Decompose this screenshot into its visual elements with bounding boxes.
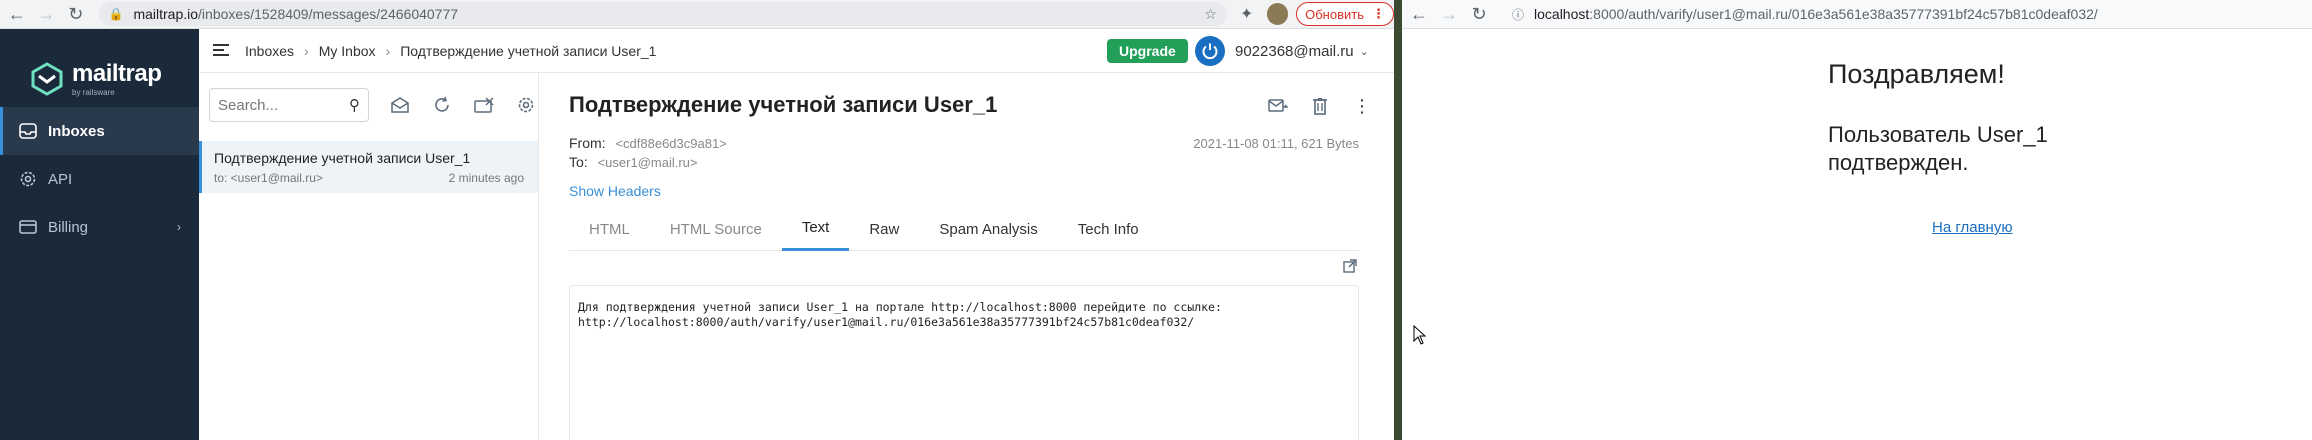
message-subject: Подтверждение учетной записи User_1: [214, 150, 471, 166]
message-detail: Подтверждение учетной записи User_1 ⋮ Fr…: [569, 73, 1371, 440]
url-path: :8000/auth/varify/user1@mail.ru/016e3a56…: [1589, 6, 2098, 22]
browser-toolbar-left: ← → ↻ 🔒 mailtrap.io /inboxes/1528409/mes…: [0, 0, 1394, 29]
from-label: From:: [569, 135, 606, 151]
credit-card-icon: [18, 217, 38, 237]
tab-spam-analysis[interactable]: Spam Analysis: [919, 207, 1057, 251]
tab-text[interactable]: Text: [781, 207, 850, 251]
breadcrumb-separator-icon: ›: [304, 42, 309, 59]
to-label: To:: [569, 154, 588, 170]
mouse-cursor-icon: [1413, 325, 1427, 345]
info-icon: ⓘ: [1512, 7, 1525, 22]
sidebar: mailtrap by railsware Inboxes API Billin…: [0, 29, 199, 440]
search-icon: ⚲: [349, 97, 360, 114]
from-row: From: <cdf88e6d3c9a81>: [569, 135, 727, 151]
mailtrap-header: Inboxes › My Inbox › Подтверждение учетн…: [199, 29, 1394, 73]
open-external-icon[interactable]: [1343, 259, 1357, 276]
mailtrap-logo[interactable]: mailtrap by railsware: [0, 29, 199, 107]
address-bar[interactable]: ⓘ localhost :8000/auth/varify/user1@mail…: [1502, 2, 2108, 26]
sidebar-item-label: API: [48, 170, 73, 188]
reload-icon[interactable]: ↻: [63, 1, 89, 27]
breadcrumb: Inboxes › My Inbox › Подтверждение учетн…: [245, 43, 656, 59]
body-link[interactable]: http://localhost:8000/auth/varify/user1@…: [578, 315, 1350, 330]
show-headers-link[interactable]: Show Headers: [569, 183, 661, 199]
breadcrumb-inboxes[interactable]: Inboxes: [245, 43, 294, 59]
home-link[interactable]: На главную: [1932, 219, 2013, 236]
forward-mail-icon[interactable]: [1267, 95, 1289, 117]
more-vertical-icon[interactable]: ⋮: [1351, 95, 1373, 117]
message-actions: ⋮: [1247, 95, 1373, 117]
breadcrumb-separator-icon: ›: [385, 42, 391, 59]
lock-icon: 🔒: [108, 7, 124, 21]
chevron-right-icon: ›: [177, 220, 181, 234]
tab-html[interactable]: HTML: [569, 207, 650, 251]
address-bar[interactable]: 🔒 mailtrap.io /inboxes/1528409/messages/…: [98, 2, 1227, 26]
clear-inbox-icon[interactable]: [473, 94, 495, 116]
list-toolbar: Search... ⚲: [199, 73, 538, 137]
power-icon: [1195, 36, 1225, 66]
logo-subtitle: by railsware: [72, 87, 115, 97]
tab-tech-info[interactable]: Tech Info: [1058, 207, 1159, 251]
confirmation-page: Поздравляем! Пользователь User_1 подтвер…: [1402, 29, 2312, 440]
to-row: To: <user1@mail.ru>: [569, 154, 697, 170]
account-email: 9022368@mail.ru: [1235, 42, 1354, 60]
page-heading: Поздравляем!: [1828, 59, 2005, 89]
inbox-icon: [18, 121, 38, 141]
list-item[interactable]: Подтверждение учетной записи User_1 to: …: [199, 141, 538, 193]
profile-avatar[interactable]: [1266, 3, 1289, 25]
tab-raw[interactable]: Raw: [849, 207, 919, 251]
message-body: Для подтверждения учетной записи User_1 …: [569, 285, 1359, 440]
back-icon[interactable]: ←: [1406, 1, 1432, 27]
bookmark-star-icon[interactable]: ☆: [1204, 6, 1217, 23]
url-host: mailtrap.io: [133, 6, 199, 22]
gear-icon: [18, 169, 38, 189]
message-tabs: HTML HTML Source Text Raw Spam Analysis …: [569, 207, 1359, 251]
message-time: 2 minutes ago: [448, 171, 524, 185]
desktop-strip: [1394, 0, 1402, 440]
message-list: Search... ⚲ Подтверждение учетной записи…: [199, 73, 539, 440]
forward-icon[interactable]: →: [1436, 1, 1462, 27]
breadcrumb-message: Подтверждение учетной записи User_1: [400, 42, 657, 59]
from-address: <cdf88e6d3c9a81>: [615, 136, 727, 151]
settings-gear-icon[interactable]: [515, 94, 537, 116]
forward-icon[interactable]: →: [34, 1, 60, 27]
sidebar-item-billing[interactable]: Billing ›: [0, 203, 199, 251]
hamburger-menu-icon[interactable]: [213, 43, 231, 59]
back-icon[interactable]: ←: [4, 1, 30, 27]
mark-read-icon[interactable]: [389, 94, 411, 116]
breadcrumb-my-inbox[interactable]: My Inbox: [319, 43, 376, 59]
logo-name: mailtrap: [72, 59, 162, 87]
date-size: 2021-11-08 01:11, 621 Bytes: [1193, 136, 1359, 151]
account-menu[interactable]: 9022368@mail.ru ⌄: [1195, 36, 1369, 66]
to-address: <user1@mail.ru>: [597, 155, 698, 170]
reload-icon[interactable]: ↻: [1466, 1, 1492, 27]
sidebar-item-label: Billing: [48, 218, 89, 236]
search-placeholder: Search...: [218, 96, 279, 114]
search-input[interactable]: Search... ⚲: [209, 88, 369, 122]
body-line: Для подтверждения учетной записи User_1 …: [578, 300, 1222, 314]
upgrade-button[interactable]: Upgrade: [1107, 39, 1188, 63]
sidebar-item-inboxes[interactable]: Inboxes: [0, 107, 199, 155]
screen: ← → ↻ 🔒 mailtrap.io /inboxes/1528409/mes…: [0, 0, 2312, 440]
page-title: Подтверждение учетной записи User_1: [569, 92, 998, 117]
menu-dots-icon[interactable]: ⋮: [1372, 6, 1385, 22]
mailtrap-logo-icon: [31, 62, 63, 96]
message-recipient: to: <user1@mail.ru>: [214, 171, 323, 185]
update-label: Обновить: [1305, 6, 1364, 22]
chevron-down-icon: ⌄: [1359, 45, 1369, 58]
trash-icon[interactable]: [1309, 95, 1331, 117]
tab-html-source[interactable]: HTML Source: [650, 207, 782, 251]
url-host: localhost: [1534, 6, 1590, 22]
confirmation-message: Пользователь User_1 подтвержден.: [1828, 122, 2048, 175]
sidebar-item-label: Inboxes: [48, 122, 105, 140]
browser-toolbar-right: ← → ↻ ⓘ localhost :8000/auth/varify/user…: [1402, 0, 2312, 29]
update-browser-button[interactable]: Обновить ⋮: [1296, 2, 1394, 26]
extensions-icon[interactable]: ✦: [1235, 2, 1259, 26]
sidebar-item-api[interactable]: API: [0, 155, 199, 203]
refresh-icon[interactable]: [431, 94, 453, 116]
url-path: /inboxes/1528409/messages/2466040777: [198, 6, 459, 22]
